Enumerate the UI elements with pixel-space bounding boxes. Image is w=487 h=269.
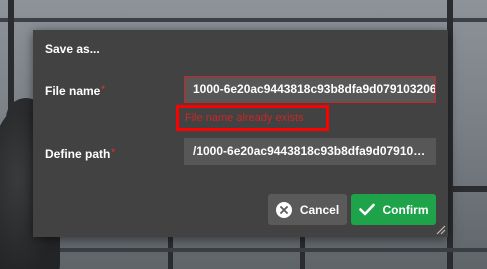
define-path-input[interactable]: /1000-6e20ac9443818c93b8dfa9d0791032064 — [184, 138, 436, 165]
file-name-label: File name* — [45, 84, 105, 98]
file-name-label-text: File name — [45, 84, 101, 98]
cancel-button-label: Cancel — [299, 202, 340, 217]
confirm-button[interactable]: Confirm — [351, 194, 436, 225]
cancel-button[interactable]: Cancel — [268, 194, 347, 225]
dialog-title: Save as... — [45, 42, 100, 56]
window-frame — [0, 248, 487, 252]
confirm-button-label: Confirm — [382, 202, 429, 217]
define-path-label-text: Define path — [45, 147, 111, 161]
define-path-label: Define path* — [45, 147, 115, 161]
required-mark: * — [101, 84, 105, 94]
file-name-input[interactable]: 1000-6e20ac9443818c93b8dfa9d079103206 — [184, 76, 436, 103]
close-circle-icon — [275, 201, 292, 218]
save-as-dialog: Save as... File name* 1000-6e20ac9443818… — [33, 30, 448, 237]
file-name-error: File name already exists — [185, 112, 304, 124]
resize-grip-icon[interactable] — [434, 223, 446, 235]
check-icon — [358, 203, 375, 216]
required-mark: * — [111, 147, 115, 157]
window-frame — [0, 18, 487, 22]
